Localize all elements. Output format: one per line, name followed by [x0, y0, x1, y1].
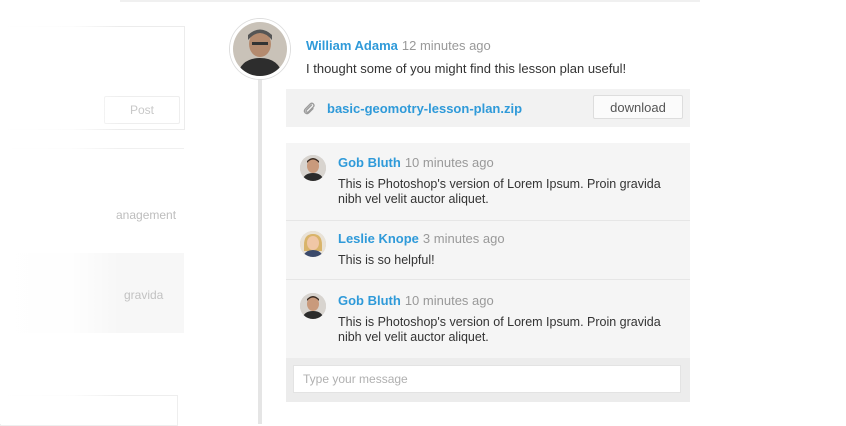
avatar[interactable] [300, 155, 326, 181]
background-text: anagement [116, 208, 177, 222]
avatar[interactable] [230, 19, 290, 79]
background-panel: Post anagement gravida [0, 0, 186, 426]
avatar[interactable] [300, 231, 326, 257]
comment-item: Leslie Knope 3 minutes ago This is so hel… [286, 221, 690, 278]
comment-text-line: nibh vel velit auctor aliquet. [338, 330, 489, 344]
user-avatar-icon [233, 22, 287, 76]
comment-header: Leslie Knope 3 minutes ago [338, 231, 505, 246]
comment-item: Gob Bluth 10 minutes ago This is Photosho… [286, 143, 690, 219]
post-author-line: William Adama 12 minutes ago [306, 38, 491, 53]
user-avatar-icon [300, 155, 326, 181]
comment-author-name[interactable]: Gob Bluth [338, 293, 401, 308]
comment-author-name[interactable]: Leslie Knope [338, 231, 419, 246]
post-timestamp: 12 minutes ago [401, 38, 491, 53]
post-author-name[interactable]: William Adama [306, 38, 398, 53]
background-fade [0, 0, 120, 424]
comments-panel: Gob Bluth 10 minutes ago This is Photosho… [286, 143, 690, 402]
user-avatar-icon [300, 231, 326, 257]
attachment-filename-link[interactable]: basic-geomotry-lesson-plan.zip [327, 101, 522, 116]
user-avatar-icon [300, 293, 326, 319]
comment-header: Gob Bluth 10 minutes ago [338, 293, 494, 308]
comment-text-line: This is so helpful! [338, 253, 435, 267]
top-divider [120, 0, 700, 2]
comment-timestamp: 3 minutes ago [422, 231, 505, 246]
comment-item: Gob Bluth 10 minutes ago This is Photosho… [286, 280, 690, 358]
comment-header: Gob Bluth 10 minutes ago [338, 155, 494, 170]
post-text: I thought some of you might find this le… [306, 61, 627, 76]
comment-text-line: This is Photoshop's version of Lorem Ips… [338, 315, 661, 329]
background-text: gravida [124, 288, 164, 302]
comment-text-line: nibh vel velit auctor aliquet. [338, 192, 489, 206]
timeline-line [258, 70, 262, 424]
download-button[interactable]: download [593, 95, 683, 119]
comment-text: This is Photoshop's version of Lorem Ips… [338, 177, 683, 207]
comment-text-line: This is Photoshop's version of Lorem Ips… [338, 177, 661, 191]
avatar[interactable] [300, 293, 326, 319]
comment-text: This is Photoshop's version of Lorem Ips… [338, 315, 683, 345]
message-input[interactable] [293, 365, 681, 393]
comment-text: This is so helpful! [338, 253, 683, 268]
comment-timestamp: 10 minutes ago [404, 155, 494, 170]
comment-timestamp: 10 minutes ago [404, 293, 494, 308]
paperclip-icon [303, 102, 315, 115]
comment-author-name[interactable]: Gob Bluth [338, 155, 401, 170]
message-composer [286, 358, 690, 402]
attachment-bar: basic-geomotry-lesson-plan.zip download [286, 89, 690, 127]
